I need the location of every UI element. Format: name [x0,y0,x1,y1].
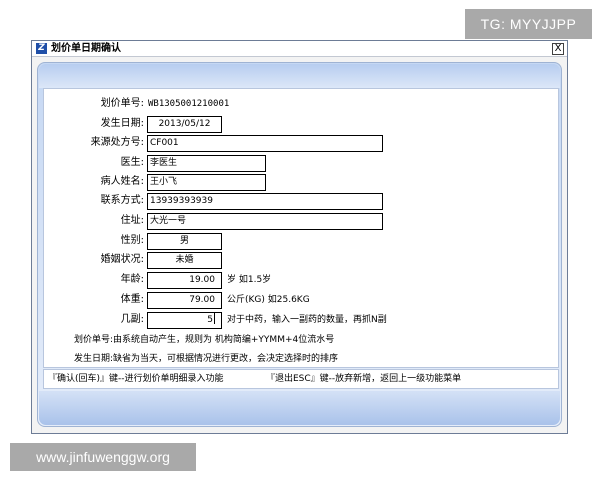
note-date: 发生日期:缺省为当天，可根据情况进行更改，会决定选择时的排序 [74,354,339,364]
rx-no-input[interactable]: CF001 [147,135,383,152]
doses-input[interactable]: 5 [147,312,222,329]
title-bar[interactable]: Z 划价单日期确认 X [32,41,567,57]
panel-footer-band [39,391,560,425]
panel-header-band [39,64,560,88]
doctor-input[interactable]: 李医生 [147,155,266,172]
phone-label: 联系方式: [100,195,144,206]
address-label: 住址: [120,215,144,226]
marital-select[interactable]: 未婚 [147,252,222,269]
enter-key-hint: 『确认(回车)』键--进行划价单明细录入功能 [48,374,224,384]
text-caret [214,313,215,324]
phone-input[interactable]: 13939393939 [147,193,383,210]
age-hint: 岁 如1.5岁 [227,275,272,285]
note-bill-no: 划价单号:由系统自动产生，规则为 机构简编+YYMM+4位流水号 [74,335,335,345]
status-bar: 『确认(回车)』键--进行划价单明细录入功能 『退出ESC』键--放弃新增，返回… [43,369,559,389]
marital-label: 婚姻状况: [100,254,144,265]
close-button[interactable]: X [552,43,564,55]
bill-no-label: 划价单号: [100,98,144,109]
doctor-label: 医生: [120,157,144,168]
date-input[interactable]: 2013/05/12 [147,116,222,133]
doses-hint: 对于中药，输入一副药的数量，再抓N副 [227,315,387,325]
form-area: 划价单号: WB1305001210001 发生日期: 2013/05/12 来… [43,88,559,368]
gender-label: 性别: [120,235,144,246]
patient-input[interactable]: 王小飞 [147,174,266,191]
app-icon: Z [36,43,47,54]
esc-key-hint: 『退出ESC』键--放弃新增，返回上一级功能菜单 [266,374,462,384]
window-title: 划价单日期确认 [51,43,121,54]
rx-no-label: 来源处方号: [90,137,144,148]
weight-label: 体重: [120,294,144,305]
watermark-top: TG: MYYJJPP [465,9,592,39]
bill-no-value: WB1305001210001 [148,99,230,109]
watermark-bottom: www.jinfuwenggw.org [10,443,196,471]
doses-value: 5 [207,315,213,325]
patient-label: 病人姓名: [100,176,144,187]
doses-label: 几副: [120,314,144,325]
age-input[interactable]: 19.00 [147,272,222,289]
weight-input[interactable]: 79.00 [147,292,222,309]
content-panel: 划价单号: WB1305001210001 发生日期: 2013/05/12 来… [37,62,562,427]
weight-hint: 公斤(KG) 如25.6KG [227,295,310,305]
dialog-window: Z 划价单日期确认 X 划价单号: WB1305001210001 发生日期: … [31,40,568,434]
age-label: 年龄: [120,274,144,285]
address-input[interactable]: 大光一号 [147,213,383,230]
date-label: 发生日期: [100,118,144,129]
gender-select[interactable]: 男 [147,233,222,250]
